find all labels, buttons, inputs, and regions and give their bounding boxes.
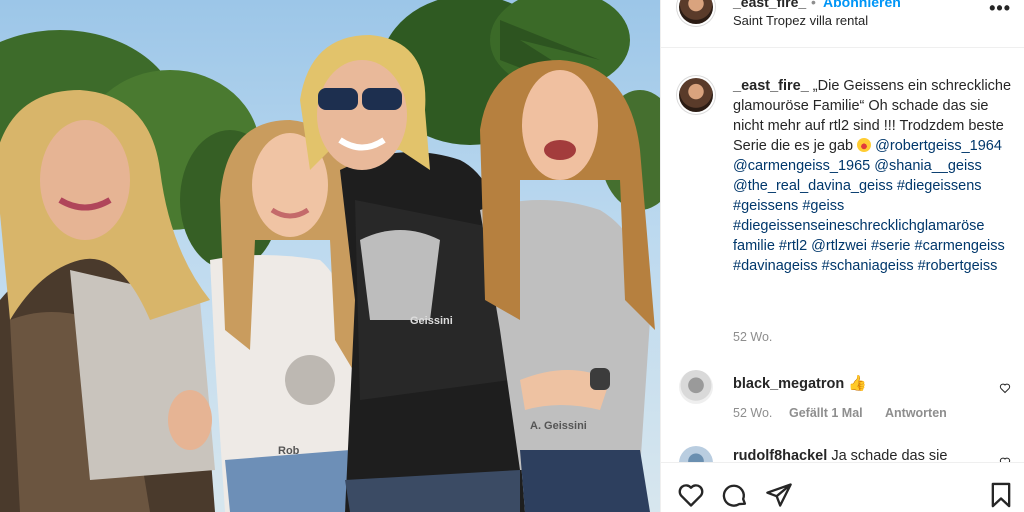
comment-username[interactable]: black_megatron 👍: [733, 374, 867, 392]
shirt-text-left: Rob: [278, 445, 300, 457]
header-separator: •: [811, 0, 816, 10]
action-bar: [661, 462, 1024, 512]
post-header: _east_fire_ • Abonnieren Saint Tropez vi…: [661, 0, 1024, 48]
heart-eyes-emoji-icon: [857, 138, 872, 152]
follow-button[interactable]: Abonnieren: [823, 0, 901, 10]
location-link[interactable]: Saint Tropez villa rental: [733, 13, 868, 28]
caption-avatar[interactable]: [679, 78, 713, 112]
caption-username[interactable]: _east_fire_: [733, 78, 809, 94]
comment-likes[interactable]: Gefällt 1 Mal: [789, 406, 863, 420]
comment-icon[interactable]: [721, 481, 749, 509]
caption-time: 52 Wo.: [733, 330, 773, 344]
comment-reply-button[interactable]: Antworten: [885, 406, 947, 420]
comment-like-heart-icon[interactable]: [999, 382, 1011, 394]
caption: _east_fire_ „Die Geissens ein schrecklic…: [733, 76, 1015, 276]
share-icon[interactable]: [765, 481, 793, 509]
post-sidebar: _east_fire_ • Abonnieren Saint Tropez vi…: [660, 0, 1024, 512]
post-image[interactable]: Rob Geissini A. Geissini: [0, 0, 660, 512]
family-photo: [0, 0, 660, 512]
comment-avatar[interactable]: [679, 370, 713, 404]
thumbs-up-emoji: 👍: [848, 375, 867, 392]
comment-time: 52 Wo.: [733, 406, 773, 420]
shirt-text-right: A. Geissini: [530, 420, 587, 432]
shirt-text-dad: Geissini: [410, 315, 453, 327]
comments-list[interactable]: _east_fire_ „Die Geissens ein schrecklic…: [661, 48, 1024, 462]
comment-text: Ja schade das sie: [831, 448, 948, 462]
heart-icon[interactable]: [677, 481, 705, 509]
avatar[interactable]: [679, 0, 713, 24]
more-options-button[interactable]: •••: [989, 0, 1011, 19]
comment-username[interactable]: rudolf8hackel Ja schade das sie: [733, 448, 947, 462]
header-username[interactable]: _east_fire_: [733, 0, 806, 10]
comment-avatar[interactable]: [679, 446, 713, 462]
bookmark-icon[interactable]: [987, 481, 1015, 509]
